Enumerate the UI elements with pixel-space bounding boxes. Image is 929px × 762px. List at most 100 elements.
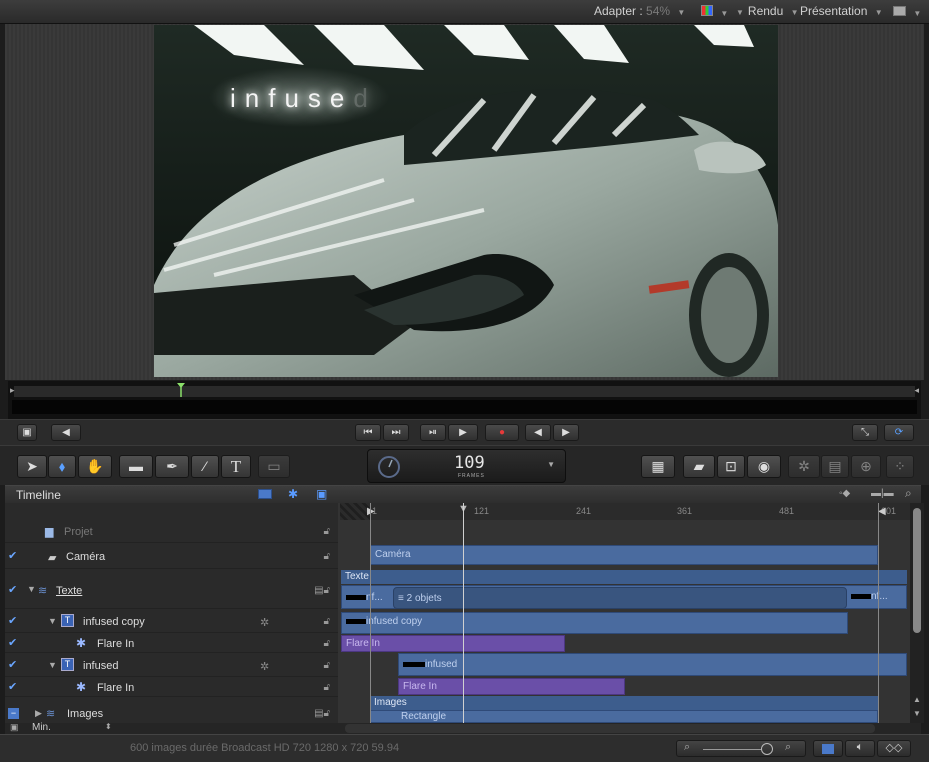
layout-popup[interactable]: ▼ (893, 5, 921, 19)
checkbox-icon[interactable]: − (8, 708, 19, 719)
track-bar-images[interactable]: Images (370, 696, 878, 710)
out-point-icon[interactable]: ◂ (914, 385, 919, 396)
mini-timeline-clip-area[interactable] (12, 400, 917, 414)
gear-icon[interactable]: ✲ (260, 616, 269, 629)
make-clone-button[interactable]: ⊕ (851, 455, 881, 478)
vertical-scrollbar[interactable]: ▲ ▼ (910, 503, 924, 723)
text-tool[interactable]: T (221, 455, 251, 478)
layer-row-camera[interactable]: ✔ ▰ Caméra 🔓︎ (5, 545, 338, 569)
loop-button[interactable]: ⟳ (884, 424, 914, 441)
add-behavior-button[interactable]: ✲ (788, 455, 820, 478)
fit-popup[interactable]: Adapter : 54% ▼ (594, 4, 685, 18)
lock-icon[interactable]: 🔓︎ (324, 638, 330, 649)
add-filter-button[interactable]: ▤ (821, 455, 849, 478)
checkbox-icon[interactable]: ✔ (8, 660, 19, 671)
scroll-thumb[interactable] (913, 508, 921, 633)
zoom-icon[interactable]: ⌕ (905, 486, 912, 501)
show-masks-icon[interactable]: ▣ (316, 487, 327, 501)
timing-display[interactable]: 109 FRAMES ▼ (367, 449, 566, 483)
lock-icon[interactable]: 🔓︎ (324, 616, 330, 627)
lock-icon[interactable]: 🔓︎ (324, 660, 330, 671)
particles-button[interactable]: ⁘ (886, 455, 914, 478)
lock-icon[interactable]: 🔓︎ (324, 526, 330, 537)
mini-timeline-track[interactable] (14, 386, 915, 397)
fullscreen-button[interactable]: ⤡ (852, 424, 878, 441)
color-channels-popup[interactable]: ▼ (701, 5, 728, 19)
step-frame-button[interactable]: ⏯ (420, 424, 446, 441)
track-bar-flare-in-2[interactable]: Flare In (398, 678, 625, 695)
add-generator-button[interactable]: ◉ (747, 455, 781, 478)
playhead-icon[interactable] (176, 383, 186, 397)
checkbox-icon[interactable]: ✔ (8, 585, 19, 596)
layer-row-flare-in-2[interactable]: ✔ ✱ Flare In 🔓︎ (5, 678, 338, 697)
rectangle-tool[interactable]: ▬ (119, 455, 153, 478)
disclosure-triangle-icon[interactable]: ▼ (48, 660, 57, 670)
lock-icon[interactable]: ▤🔓︎ (314, 708, 330, 719)
layer-row-images[interactable]: − ▶ ≋ Images ▤🔓︎ (5, 703, 338, 723)
show-keyframes-button[interactable]: ◇◇ (877, 740, 911, 757)
canvas-viewer[interactable]: infused (154, 25, 778, 377)
zoom-out-icon[interactable]: ⌕ (684, 741, 690, 754)
disclosure-triangle-icon[interactable]: ▼ (48, 616, 57, 626)
collapsed-objects-bar[interactable]: ≡ 2 objets (393, 587, 847, 609)
lock-icon[interactable]: 🔓︎ (324, 551, 330, 562)
play-button[interactable]: ▶ (448, 424, 478, 441)
layer-row-infused-copy[interactable]: ✔ ▼ T infused copy ✲ 🔓︎ (5, 611, 338, 633)
play-range-out-icon[interactable]: ◀ (878, 506, 886, 517)
bezier-tool[interactable]: ✒ (155, 455, 189, 478)
previous-keyframe-button[interactable]: ◀ (525, 424, 551, 441)
overlay-title-text[interactable]: infused (230, 83, 377, 114)
show-video-icon[interactable] (258, 489, 272, 499)
horizontal-scrollbar[interactable] (345, 724, 875, 733)
lock-icon[interactable]: ▤🔓︎ (314, 585, 330, 596)
audio-button[interactable]: ◀ (51, 424, 81, 441)
paint-stroke-tool[interactable]: ⁄ (191, 455, 219, 478)
mini-timeline[interactable]: ▸ ◂ (8, 381, 921, 419)
add-camera-button[interactable]: ▰ (683, 455, 715, 478)
playhead-line[interactable] (463, 503, 464, 723)
zoom-in-icon[interactable]: ⌕ (785, 741, 791, 754)
track-bar-infused-copy[interactable]: infused copy (341, 612, 848, 634)
scroll-down-icon[interactable]: ▼ (913, 709, 921, 718)
disclosure-triangle-icon[interactable]: ▼ (27, 584, 36, 594)
checkbox-icon[interactable]: ✔ (8, 616, 19, 627)
go-to-start-button[interactable]: ⏮ (355, 424, 381, 441)
layer-row-texte[interactable]: ✔ ▼ ≋ Texte ▤🔓︎ (5, 571, 338, 609)
track-bar-camera[interactable]: Caméra (370, 545, 878, 565)
show-effects-icon[interactable]: ✱ (288, 487, 298, 501)
show-video-button[interactable] (813, 740, 843, 757)
add-light-button[interactable]: ⊡ (717, 455, 745, 478)
pan-tool[interactable]: ✋ (78, 455, 112, 478)
zoom-knob[interactable] (761, 743, 773, 755)
next-keyframe-button[interactable]: ▶ (553, 424, 579, 441)
mask-tool[interactable]: ▭ (258, 455, 290, 478)
snapping-icon[interactable]: ▬|▬ (871, 488, 894, 499)
layer-row-flare-in-1[interactable]: ✔ ✱ Flare In 🔓︎ (5, 634, 338, 653)
transform-tool[interactable]: ⬧ (48, 455, 76, 478)
layer-row-infused[interactable]: ✔ ▼ T infused ✲ 🔓︎ (5, 655, 338, 677)
checkbox-icon[interactable]: ✔ (8, 551, 19, 562)
checkbox-icon[interactable]: ✔ (8, 638, 19, 649)
track-bar-flare-in-1[interactable]: Flare In (341, 635, 565, 652)
render-popup[interactable]: ▼ Rendu ▼ (732, 4, 799, 18)
show-audio-button[interactable]: 🔈︎ (845, 740, 875, 757)
play-range-button[interactable]: ▣ (17, 424, 37, 441)
select-tool[interactable]: ➤ (17, 455, 47, 478)
go-to-end-button[interactable]: ⏭ (383, 424, 409, 441)
view-popup[interactable]: Présentation ▼ (800, 4, 883, 18)
in-point-icon[interactable]: ▸ (10, 385, 15, 396)
gear-icon[interactable]: ✲ (260, 660, 269, 673)
record-button[interactable]: ● (485, 424, 519, 441)
track-bar-infused[interactable]: infused (398, 653, 907, 676)
lock-icon[interactable]: 🔓︎ (324, 682, 330, 693)
timeline-ruler[interactable]: 1 121 241 361 481 601 ▶ ◀ ▼ (340, 503, 910, 520)
zoom-mode-label[interactable]: Min. (32, 722, 51, 733)
disclosure-triangle-icon[interactable]: ▶ (35, 708, 42, 719)
stepper-icon[interactable]: ⬍ (105, 722, 112, 731)
keyframe-nav-icon[interactable]: ◦◆ (839, 488, 850, 499)
zoom-slider[interactable]: ⌕ ⌕ (676, 740, 806, 757)
layer-row-project[interactable]: ▆ Projet 🔓︎ (5, 521, 338, 543)
onscreen-controls-button[interactable]: ▦ (641, 455, 675, 478)
scroll-up-icon[interactable]: ▲ (913, 695, 921, 704)
track-bar-rectangle[interactable]: Rectangle (370, 710, 878, 723)
